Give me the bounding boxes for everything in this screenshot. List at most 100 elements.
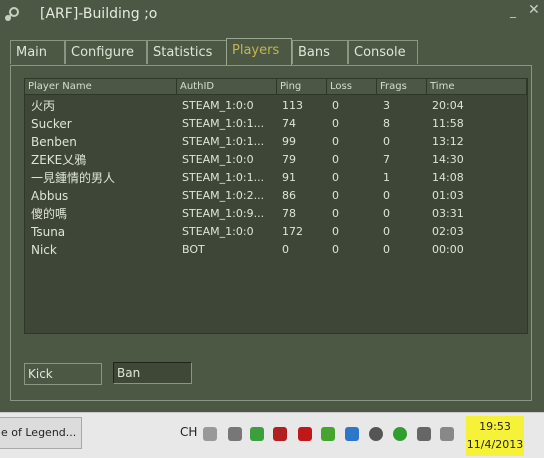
cell-time: 02:03 [432,225,464,238]
table-row[interactable]: ZEKE乂鴉 STEAM_1:0:0 79 0 7 14:30 [25,151,527,169]
tab-statistics[interactable]: Statistics [147,40,227,64]
cell-time: 03:31 [432,207,464,220]
header-authid[interactable]: AuthID [177,79,277,95]
cell-frags: 7 [383,153,390,166]
cell-ping: 78 [282,207,296,220]
cell-frags: 1 [383,171,390,184]
cell-loss: 0 [332,189,339,202]
header-player-name[interactable]: Player Name [25,79,177,95]
title-bar[interactable]: [ARF]-Building ;o _ ✕ [0,0,544,32]
cell-time: 20:04 [432,99,464,112]
kick-button[interactable]: Kick [24,363,102,385]
header-frags[interactable]: Frags [377,79,427,95]
cell-loss: 0 [332,243,339,256]
table-row[interactable]: Tsuna STEAM_1:0:0 172 0 0 02:03 [25,223,527,241]
update-icon[interactable] [345,427,359,441]
cell-loss: 0 [332,171,339,184]
minimize-button[interactable]: _ [510,5,522,17]
cell-authid: STEAM_1:0:1... [182,117,265,130]
table-row[interactable]: 火丙 STEAM_1:0:0 113 0 3 20:04 [25,97,527,115]
cell-player-name: Nick [31,243,57,257]
cell-player-name: Sucker [31,117,72,131]
cell-authid: STEAM_1:0:2... [182,189,265,202]
cell-authid: BOT [182,243,205,256]
cell-loss: 0 [332,153,339,166]
cell-ping: 113 [282,99,303,112]
cell-time: 11:58 [432,117,464,130]
pen-icon[interactable] [228,427,242,441]
cell-frags: 0 [383,189,390,202]
table-row[interactable]: Sucker STEAM_1:0:1... 74 0 8 11:58 [25,115,527,133]
keyboard-icon[interactable] [203,427,217,441]
cell-loss: 0 [332,117,339,130]
cell-ping: 74 [282,117,296,130]
language-indicator[interactable]: CH [180,425,197,439]
cell-frags: 3 [383,99,390,112]
network-icon[interactable] [417,427,431,441]
cell-frags: 0 [383,135,390,148]
cell-time: 14:08 [432,171,464,184]
window-title: [ARF]-Building ;o [40,6,158,22]
cell-authid: STEAM_1:0:0 [182,153,254,166]
cell-ping: 0 [282,243,289,256]
steam-icon [5,7,19,21]
check-icon[interactable] [321,427,335,441]
cell-ping: 91 [282,171,296,184]
clock[interactable]: 19:53 11/4/2013 [466,416,524,456]
tab-bans[interactable]: Bans [292,40,348,64]
tab-console[interactable]: Console [348,40,418,64]
table-row[interactable]: 傻的嗎 STEAM_1:0:9... 78 0 0 03:31 [25,205,527,223]
header-ping[interactable]: Ping [277,79,327,95]
cell-authid: STEAM_1:0:0 [182,99,254,112]
bag-icon[interactable] [298,427,312,441]
clock-time: 19:53 [479,420,511,433]
cell-frags: 0 [383,207,390,220]
cell-player-name: 火丙 [31,99,56,113]
cell-authid: STEAM_1:0:1... [182,135,265,148]
cell-time: 13:12 [432,135,464,148]
cell-ping: 79 [282,153,296,166]
info-icon[interactable] [393,427,407,441]
cell-ping: 172 [282,225,303,238]
clock-date: 11/4/2013 [466,438,524,451]
cell-ping: 86 [282,189,296,202]
table-row[interactable]: Benben STEAM_1:0:1... 99 0 0 13:12 [25,133,527,151]
tab-configure[interactable]: Configure [65,40,147,64]
table-row[interactable]: 一見鍾情的男人 STEAM_1:0:1... 91 0 1 14:08 [25,169,527,187]
cell-time: 01:03 [432,189,464,202]
cell-loss: 0 [332,225,339,238]
cell-time: 00:00 [432,243,464,256]
cell-frags: 0 [383,243,390,256]
film-reel-icon[interactable] [369,427,383,441]
cell-player-name: Benben [31,135,77,149]
ban-button[interactable]: Ban [113,362,192,384]
header-loss[interactable]: Loss [327,79,377,95]
cell-loss: 0 [332,207,339,220]
cell-player-name: Tsuna [31,225,66,239]
cell-authid: STEAM_1:0:1... [182,171,265,184]
cell-frags: 0 [383,225,390,238]
tab-main[interactable]: Main [10,40,65,64]
cell-player-name: Abbus [31,189,69,203]
header-time[interactable]: Time [427,79,527,95]
tab-bar: Main Configure Statistics Players Bans C… [10,38,530,66]
steam-server-window: [ARF]-Building ;o _ ✕ Main Configure Sta… [0,0,544,412]
table-row[interactable]: Abbus STEAM_1:0:2... 86 0 0 01:03 [25,187,527,205]
volume-icon[interactable] [440,427,454,441]
tab-players[interactable]: Players [226,38,292,65]
close-button[interactable]: ✕ [528,2,540,18]
cell-player-name: 一見鍾情的男人 [31,171,116,185]
cell-frags: 8 [383,117,390,130]
cell-authid: STEAM_1:0:9... [182,207,265,220]
taskbar-app-button[interactable]: e of Legend... [0,417,82,449]
cell-ping: 99 [282,135,296,148]
spider-icon[interactable] [273,427,287,441]
cell-loss: 0 [332,135,339,148]
cell-loss: 0 [332,99,339,112]
table-header: Player Name AuthID Ping Loss Frags Time [25,79,527,95]
cell-player-name: 傻的嗎 [31,207,68,221]
cell-player-name: ZEKE乂鴉 [31,153,87,167]
table-row[interactable]: Nick BOT 0 0 0 00:00 [25,241,527,259]
cell-time: 14:30 [432,153,464,166]
shield-icon[interactable] [250,427,264,441]
